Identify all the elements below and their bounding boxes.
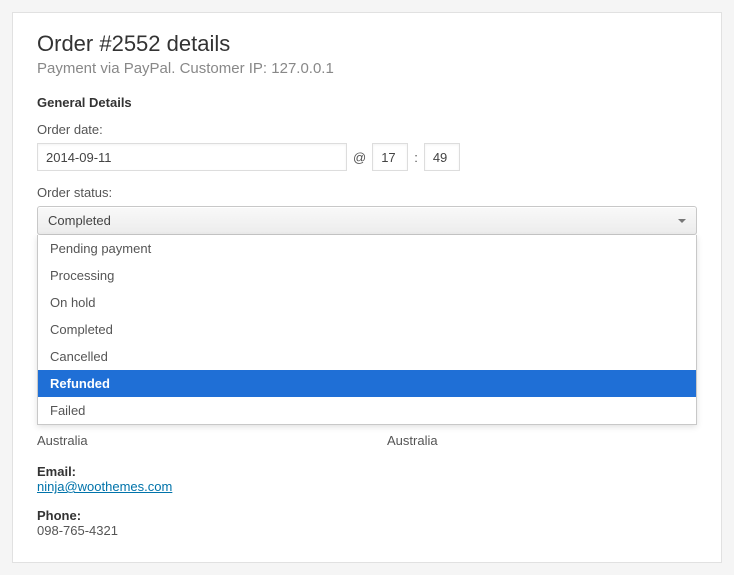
customer-phone: 098-765-4321	[37, 523, 347, 538]
order-status-label: Order status:	[37, 185, 697, 200]
order-status-wrap: Completed Pending paymentProcessingOn ho…	[37, 206, 697, 235]
order-hour-input[interactable]	[372, 143, 408, 171]
status-option-processing[interactable]: Processing	[38, 262, 696, 289]
billing-country: Australia	[37, 433, 347, 448]
time-colon: :	[414, 150, 418, 165]
at-symbol: @	[353, 150, 366, 165]
order-minute-input[interactable]	[424, 143, 460, 171]
chevron-down-icon	[678, 219, 686, 223]
status-option-failed[interactable]: Failed	[38, 397, 696, 424]
status-option-on-hold[interactable]: On hold	[38, 289, 696, 316]
order-status-selected-text: Completed	[48, 213, 111, 228]
email-label: Email:	[37, 464, 347, 479]
order-status-select[interactable]: Completed	[37, 206, 697, 235]
status-option-pending-payment[interactable]: Pending payment	[38, 235, 696, 262]
general-details-heading: General Details	[37, 95, 697, 110]
billing-column: Australia Email: ninja@woothemes.com Pho…	[37, 433, 347, 538]
status-option-refunded[interactable]: Refunded	[38, 370, 696, 397]
shipping-column: Australia	[387, 433, 697, 538]
status-option-cancelled[interactable]: Cancelled	[38, 343, 696, 370]
phone-label: Phone:	[37, 508, 347, 523]
page-title: Order #2552 details	[37, 31, 697, 57]
order-details-panel: Order #2552 details Payment via PayPal. …	[12, 12, 722, 563]
status-option-completed[interactable]: Completed	[38, 316, 696, 343]
address-section: Australia Email: ninja@woothemes.com Pho…	[37, 433, 697, 538]
order-date-row: @ :	[37, 143, 697, 171]
shipping-country: Australia	[387, 433, 697, 448]
customer-email-link[interactable]: ninja@woothemes.com	[37, 479, 172, 494]
order-status-dropdown: Pending paymentProcessingOn holdComplete…	[37, 235, 697, 425]
order-date-input[interactable]	[37, 143, 347, 171]
payment-summary: Payment via PayPal. Customer IP: 127.0.0…	[37, 60, 697, 77]
order-date-label: Order date:	[37, 122, 697, 137]
